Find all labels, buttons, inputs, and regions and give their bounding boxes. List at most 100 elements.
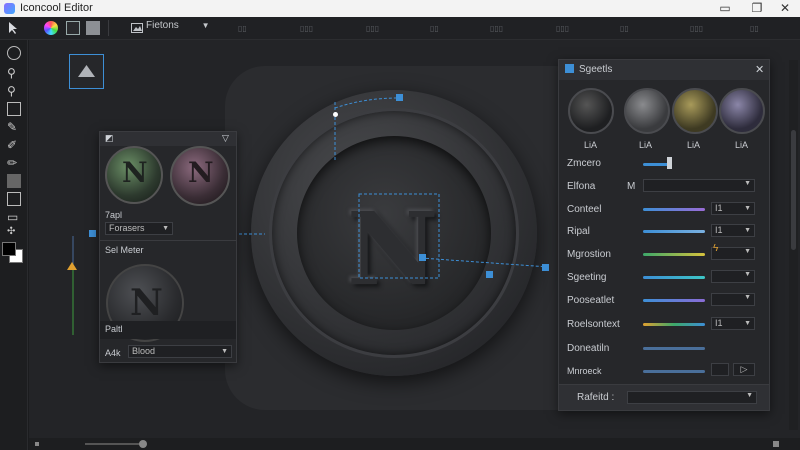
chevron-down-icon: ▼ bbox=[744, 180, 751, 187]
setting-label-ripal: Ripal bbox=[567, 226, 590, 237]
chevron-down-icon: ▼ bbox=[744, 248, 751, 255]
search-icon[interactable]: ⚲ bbox=[7, 66, 21, 80]
selection-handle[interactable] bbox=[542, 264, 549, 271]
selection-handle[interactable] bbox=[89, 230, 96, 237]
close-icon[interactable]: ✕ bbox=[755, 63, 764, 76]
style-swatch-gray[interactable] bbox=[624, 88, 670, 134]
chevron-down-icon: ▼ bbox=[744, 320, 751, 327]
roelsontext-slider[interactable] bbox=[643, 323, 705, 326]
setting-label-migration: Mgrostion bbox=[567, 249, 611, 260]
style-swatch-gold[interactable] bbox=[672, 88, 718, 134]
chevron-down-icon: ▼ bbox=[744, 227, 751, 234]
blend-mode-dropdown[interactable]: Blood ▼ bbox=[128, 345, 232, 358]
image-icon[interactable] bbox=[130, 21, 144, 35]
n-letter-emblem: N bbox=[188, 156, 214, 189]
ripal-slider[interactable] bbox=[643, 230, 705, 233]
pooseatlet-field[interactable]: ▼ bbox=[711, 293, 755, 306]
setting-label-mnroeck: Mnroeck bbox=[567, 366, 602, 376]
transform-icon[interactable]: ✣ bbox=[7, 226, 21, 240]
footer-label: Paltl bbox=[105, 324, 123, 334]
cursor-icon[interactable] bbox=[6, 21, 20, 35]
elfona-dropdown[interactable]: ▼ bbox=[643, 179, 755, 192]
pooseatlet-slider[interactable] bbox=[643, 299, 705, 302]
vertical-scrollbar[interactable] bbox=[789, 60, 798, 430]
eraser-icon[interactable]: ▭ bbox=[7, 210, 21, 224]
square-fill-icon[interactable] bbox=[86, 21, 100, 35]
layer-name-label: 7apl bbox=[105, 210, 123, 220]
close-icon[interactable]: ✕ bbox=[778, 1, 792, 15]
scrollbar-thumb[interactable] bbox=[791, 130, 796, 250]
preset-dropdown-label: Fietons bbox=[146, 20, 179, 31]
main-toolbar: Fietons ▼ ▯▯ ▯▯▯ ▯▯▯ ▯▯ ▯▯▯ ▯▯▯ ▯▯ ▯▯▯ ▯… bbox=[0, 17, 800, 40]
layer-style-value: Forasers bbox=[109, 223, 145, 233]
selection-handle[interactable] bbox=[486, 271, 493, 278]
ruler-mark: ▯▯ bbox=[238, 24, 247, 33]
frame-icon[interactable] bbox=[66, 21, 80, 35]
footer-dropdown[interactable]: ▼ bbox=[627, 391, 757, 404]
chevron-down-icon[interactable]: ▽ bbox=[222, 133, 229, 144]
ruler-mark: ▯▯ bbox=[430, 24, 439, 33]
contrast-slider[interactable] bbox=[643, 208, 705, 211]
setting-label-contrast: Conteel bbox=[567, 204, 602, 215]
ripal-field[interactable]: I1 ▼ bbox=[711, 224, 755, 237]
resize-grip-icon[interactable] bbox=[773, 441, 779, 447]
ruler-mark: ▯▯▯ bbox=[366, 24, 380, 33]
swatch-label: LiA bbox=[687, 140, 701, 150]
icon-thumbnail[interactable] bbox=[69, 54, 104, 89]
foreground-color-swatch[interactable] bbox=[2, 242, 16, 256]
anchor-marker-icon[interactable] bbox=[67, 262, 77, 270]
selection-handle[interactable] bbox=[419, 254, 426, 261]
ripal-value: I1 bbox=[715, 225, 723, 235]
panel-footer: Paltl bbox=[100, 321, 236, 339]
setting-extra: M bbox=[627, 181, 636, 192]
swatch-label: LiA bbox=[584, 140, 598, 150]
rectangle-tool-icon[interactable] bbox=[7, 102, 21, 116]
horizontal-scrollbar[interactable] bbox=[29, 438, 800, 450]
sgeeting-field[interactable]: ▼ bbox=[711, 270, 755, 283]
crop-icon[interactable] bbox=[7, 192, 21, 206]
chevron-down-icon: ▼ bbox=[221, 348, 228, 355]
selection-handle[interactable] bbox=[333, 112, 338, 117]
sgeeting-slider[interactable] bbox=[643, 276, 705, 279]
ruler-mark: ▯▯▯ bbox=[690, 24, 704, 33]
roelsontext-field[interactable]: I1 ▼ bbox=[711, 317, 755, 330]
scroll-thumb[interactable] bbox=[139, 440, 147, 448]
restore-icon[interactable]: ❐ bbox=[750, 1, 764, 15]
eyedropper-icon[interactable]: ✐ bbox=[7, 138, 21, 152]
play-icon[interactable]: ▷ bbox=[733, 363, 755, 376]
style-swatch-violet[interactable] bbox=[719, 88, 765, 134]
doneatiln-slider[interactable] bbox=[643, 347, 705, 350]
ruler-mark: ▯▯ bbox=[750, 24, 759, 33]
layers-panel: ◩ ▽ N N 7apl Forasers ▼ Sel Meter N Palt… bbox=[99, 131, 237, 363]
fill-icon[interactable] bbox=[7, 174, 21, 188]
settings-panel: Sgeetls ✕ LiA LiA LiA LiA Zmcero Elfona … bbox=[558, 59, 770, 411]
preset-dropdown[interactable]: Fietons ▼ bbox=[146, 20, 210, 36]
minimize-icon[interactable]: ▭ bbox=[718, 1, 732, 15]
layer-style-dropdown[interactable]: Forasers ▼ bbox=[105, 222, 173, 235]
blend-label: A4k bbox=[105, 348, 121, 358]
n-letter-emblem: N bbox=[130, 282, 163, 324]
settings-panel-header: Sgeetls ✕ bbox=[559, 60, 769, 80]
setting-label-zoom: Zmcero bbox=[567, 158, 601, 169]
scroll-left-icon[interactable] bbox=[35, 442, 39, 446]
setting-label-roelsontext: Roelsontext bbox=[567, 319, 620, 330]
ruler-mark: ▯▯▯ bbox=[490, 24, 504, 33]
mnroeck-slider[interactable] bbox=[643, 370, 705, 373]
toolbar-divider bbox=[108, 20, 109, 36]
slider-thumb[interactable] bbox=[667, 157, 672, 169]
app-logo-icon bbox=[4, 3, 15, 14]
style-swatch-dark[interactable] bbox=[568, 88, 614, 134]
migration-slider[interactable] bbox=[643, 253, 705, 256]
mnroeck-toggle[interactable] bbox=[711, 363, 729, 376]
color-wheel-icon[interactable] bbox=[44, 21, 58, 35]
brush-icon[interactable]: ✏ bbox=[7, 156, 21, 170]
blend-mode-value: Blood bbox=[132, 346, 156, 356]
selection-handle[interactable] bbox=[396, 94, 403, 101]
chevron-down-icon: ▼ bbox=[744, 294, 751, 301]
ruler-mark: ▯▯▯ bbox=[300, 24, 314, 33]
setting-label-doneatiln: Doneatiln bbox=[567, 343, 610, 354]
pen-icon[interactable]: ✎ bbox=[7, 120, 21, 134]
zoom-icon[interactable]: ⚲ bbox=[7, 84, 21, 98]
lasso-icon[interactable] bbox=[7, 46, 21, 60]
contrast-field[interactable]: I1 ▼ bbox=[711, 202, 755, 215]
